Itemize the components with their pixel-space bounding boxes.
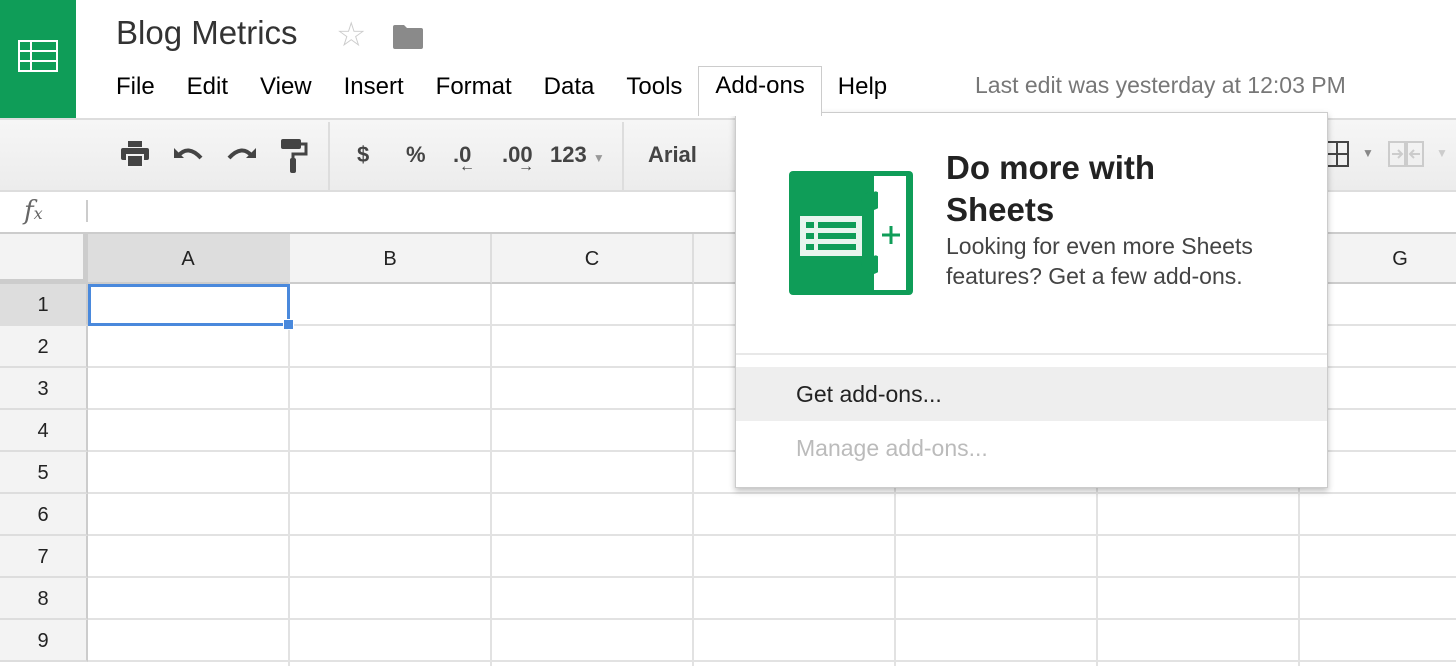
menu-add-ons[interactable]: Add-ons (698, 66, 822, 116)
redo-icon[interactable] (226, 144, 256, 170)
gridline (288, 284, 290, 666)
row-header[interactable]: 2 (0, 326, 88, 368)
toolbar-divider (622, 122, 624, 190)
folder-icon[interactable] (392, 24, 424, 55)
gridline (490, 284, 492, 666)
menu-insert[interactable]: Insert (328, 64, 420, 112)
menu-bar: File Edit View Insert Format Data Tools … (100, 64, 903, 116)
menu-help[interactable]: Help (822, 64, 903, 112)
sheets-grid-icon (18, 40, 58, 72)
chevron-down-icon: ▼ (592, 151, 605, 165)
menu-file[interactable]: File (100, 64, 171, 112)
fill-handle[interactable] (283, 319, 294, 330)
gridline (88, 492, 1456, 494)
row-header[interactable]: 9 (0, 620, 88, 662)
column-header[interactable]: C (492, 234, 694, 284)
menu-edit[interactable]: Edit (171, 64, 244, 112)
row-header[interactable]: 4 (0, 410, 88, 452)
percent-format-button[interactable]: % (406, 142, 426, 168)
sheets-logo[interactable] (0, 0, 76, 118)
borders-dropdown-icon[interactable]: ▼ (1362, 146, 1374, 160)
formula-divider (86, 200, 88, 222)
promo-title: Do more with Sheets (946, 149, 1156, 228)
currency-format-button[interactable]: $ (357, 142, 369, 168)
gridline (88, 534, 1456, 536)
more-formats-label: 123 (550, 142, 587, 167)
row-header[interactable]: 3 (0, 368, 88, 410)
add-ons-puzzle-icon (788, 170, 914, 301)
promo-description: Looking for even more Sheets features? G… (946, 233, 1253, 289)
column-header[interactable]: B (290, 234, 492, 284)
menu-data[interactable]: Data (528, 64, 611, 112)
row-header[interactable]: 5 (0, 452, 88, 494)
merge-dropdown-icon[interactable]: ▼ (1436, 146, 1448, 160)
merge-cells-icon[interactable] (1388, 140, 1424, 174)
more-formats-button[interactable]: 123 ▼ (550, 142, 605, 168)
gridline (88, 618, 1456, 620)
arrow-right-icon: → (518, 158, 534, 175)
arrow-left-icon: ← (459, 158, 475, 175)
borders-icon[interactable] (1326, 140, 1350, 174)
toolbar-divider (328, 122, 330, 190)
get-add-ons-menu-item[interactable]: Get add-ons... (736, 367, 1327, 421)
print-icon[interactable] (120, 140, 150, 174)
star-icon[interactable]: ☆ (336, 18, 366, 52)
increase-decimal-button[interactable]: .00 → (502, 142, 534, 175)
selected-cell-a1[interactable] (88, 284, 290, 326)
gridline (88, 660, 1456, 662)
undo-icon[interactable] (174, 144, 204, 170)
row-header[interactable]: 6 (0, 494, 88, 536)
manage-add-ons-menu-item: Manage add-ons... (796, 435, 988, 461)
column-header[interactable]: A (88, 234, 290, 284)
fx-icon: fx (24, 196, 43, 226)
menu-divider (736, 353, 1327, 355)
row-header[interactable]: 1 (0, 284, 88, 326)
row-header[interactable]: 7 (0, 536, 88, 578)
gridline (692, 284, 694, 666)
document-title[interactable]: Blog Metrics (116, 14, 298, 52)
decrease-decimal-button[interactable]: .0 ← (453, 142, 475, 175)
paint-format-icon[interactable] (280, 138, 308, 180)
menu-view[interactable]: View (244, 64, 328, 112)
row-header[interactable]: 8 (0, 578, 88, 620)
select-all-corner[interactable] (0, 234, 88, 284)
menu-tools[interactable]: Tools (610, 64, 698, 112)
font-family-select[interactable]: Arial (648, 142, 697, 168)
add-ons-menu: Do more with Sheets Looking for even mor… (735, 112, 1328, 488)
last-edit-status[interactable]: Last edit was yesterday at 12:03 PM (975, 72, 1346, 99)
menu-format[interactable]: Format (420, 64, 528, 112)
gridline (88, 576, 1456, 578)
